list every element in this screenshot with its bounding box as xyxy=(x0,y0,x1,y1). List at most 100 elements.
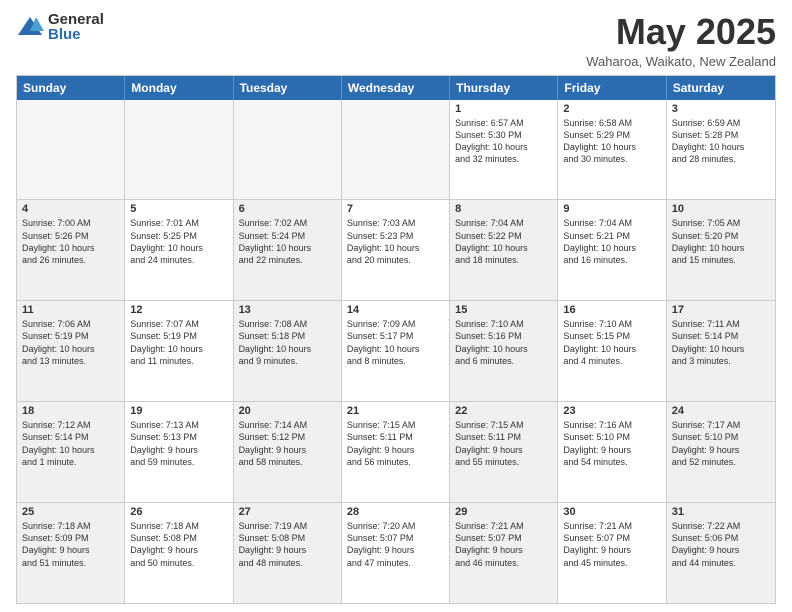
day-number: 8 xyxy=(455,203,552,215)
day-info: Sunrise: 7:19 AM Sunset: 5:08 PM Dayligh… xyxy=(239,520,336,569)
day-cell-19: 19 Sunrise: 7:13 AM Sunset: 5:13 PM Dayli… xyxy=(125,402,233,502)
calendar-body: 1Sunrise: 6:57 AM Sunset: 5:30 PM Daylig… xyxy=(17,100,775,603)
day-cell-5: 5 Sunrise: 7:01 AM Sunset: 5:25 PM Daylig… xyxy=(125,200,233,300)
calendar-row-2: 11Sunrise: 7:06 AM Sunset: 5:19 PM Dayli… xyxy=(17,300,775,401)
day-cell-11: 11Sunrise: 7:06 AM Sunset: 5:19 PM Dayli… xyxy=(17,301,125,401)
day-number: 24 xyxy=(672,405,770,417)
day-info: Sunrise: 7:18 AM Sunset: 5:08 PM Dayligh… xyxy=(130,520,227,569)
header-day-thursday: Thursday xyxy=(450,76,558,100)
day-number: 12 xyxy=(130,304,227,316)
calendar-row-4: 25 Sunrise: 7:18 AM Sunset: 5:09 PM Dayli… xyxy=(17,502,775,603)
day-info: Sunrise: 7:21 AM Sunset: 5:07 PM Dayligh… xyxy=(563,520,660,569)
day-cell-31: 31Sunrise: 7:22 AM Sunset: 5:06 PM Dayli… xyxy=(667,503,775,603)
day-cell-27: 27 Sunrise: 7:19 AM Sunset: 5:08 PM Dayli… xyxy=(234,503,342,603)
day-info: Sunrise: 7:13 AM Sunset: 5:13 PM Dayligh… xyxy=(130,419,227,468)
day-info: Sunrise: 7:20 AM Sunset: 5:07 PM Dayligh… xyxy=(347,520,444,569)
day-info: Sunrise: 7:08 AM Sunset: 5:18 PM Dayligh… xyxy=(239,318,336,367)
day-cell-16: 16Sunrise: 7:10 AM Sunset: 5:15 PM Dayli… xyxy=(558,301,666,401)
header-day-saturday: Saturday xyxy=(667,76,775,100)
day-number: 22 xyxy=(455,405,552,417)
title-block: May 2025 Waharoa, Waikato, New Zealand xyxy=(586,12,776,69)
day-info: Sunrise: 7:05 AM Sunset: 5:20 PM Dayligh… xyxy=(672,217,770,266)
day-number: 30 xyxy=(563,506,660,518)
header-day-friday: Friday xyxy=(558,76,666,100)
day-cell-6: 6 Sunrise: 7:02 AM Sunset: 5:24 PM Daylig… xyxy=(234,200,342,300)
header-day-monday: Monday xyxy=(125,76,233,100)
day-number: 3 xyxy=(672,103,770,115)
day-info: Sunrise: 6:57 AM Sunset: 5:30 PM Dayligh… xyxy=(455,117,552,166)
day-number: 20 xyxy=(239,405,336,417)
day-cell-10: 10 Sunrise: 7:05 AM Sunset: 5:20 PM Dayli… xyxy=(667,200,775,300)
day-info: Sunrise: 7:15 AM Sunset: 5:11 PM Dayligh… xyxy=(347,419,444,468)
empty-cell-0-3 xyxy=(342,100,450,200)
day-info: Sunrise: 7:12 AM Sunset: 5:14 PM Dayligh… xyxy=(22,419,119,468)
header: General Blue May 2025 Waharoa, Waikato, … xyxy=(16,12,776,69)
month-title: May 2025 xyxy=(586,12,776,52)
day-number: 16 xyxy=(563,304,660,316)
day-info: Sunrise: 7:09 AM Sunset: 5:17 PM Dayligh… xyxy=(347,318,444,367)
day-info: Sunrise: 7:01 AM Sunset: 5:25 PM Dayligh… xyxy=(130,217,227,266)
logo-text: General Blue xyxy=(48,12,104,42)
day-number: 10 xyxy=(672,203,770,215)
day-info: Sunrise: 7:07 AM Sunset: 5:19 PM Dayligh… xyxy=(130,318,227,367)
empty-cell-0-2 xyxy=(234,100,342,200)
page: General Blue May 2025 Waharoa, Waikato, … xyxy=(0,0,792,612)
day-info: Sunrise: 6:59 AM Sunset: 5:28 PM Dayligh… xyxy=(672,117,770,166)
calendar-row-1: 4Sunrise: 7:00 AM Sunset: 5:26 PM Daylig… xyxy=(17,199,775,300)
day-cell-13: 13 Sunrise: 7:08 AM Sunset: 5:18 PM Dayli… xyxy=(234,301,342,401)
calendar-header: SundayMondayTuesdayWednesdayThursdayFrid… xyxy=(17,76,775,100)
day-number: 25 xyxy=(22,506,119,518)
logo-blue: Blue xyxy=(48,27,104,42)
header-day-tuesday: Tuesday xyxy=(234,76,342,100)
day-number: 15 xyxy=(455,304,552,316)
day-info: Sunrise: 6:58 AM Sunset: 5:29 PM Dayligh… xyxy=(563,117,660,166)
day-info: Sunrise: 7:14 AM Sunset: 5:12 PM Dayligh… xyxy=(239,419,336,468)
day-number: 19 xyxy=(130,405,227,417)
day-cell-9: 9Sunrise: 7:04 AM Sunset: 5:21 PM Daylig… xyxy=(558,200,666,300)
day-info: Sunrise: 7:21 AM Sunset: 5:07 PM Dayligh… xyxy=(455,520,552,569)
day-number: 6 xyxy=(239,203,336,215)
day-cell-2: 2 Sunrise: 6:58 AM Sunset: 5:29 PM Daylig… xyxy=(558,100,666,200)
day-number: 4 xyxy=(22,203,119,215)
location: Waharoa, Waikato, New Zealand xyxy=(586,54,776,69)
day-number: 21 xyxy=(347,405,444,417)
logo-icon xyxy=(16,13,44,41)
day-info: Sunrise: 7:11 AM Sunset: 5:14 PM Dayligh… xyxy=(672,318,770,367)
day-info: Sunrise: 7:18 AM Sunset: 5:09 PM Dayligh… xyxy=(22,520,119,569)
day-number: 28 xyxy=(347,506,444,518)
day-number: 14 xyxy=(347,304,444,316)
day-cell-26: 26 Sunrise: 7:18 AM Sunset: 5:08 PM Dayli… xyxy=(125,503,233,603)
day-cell-20: 20 Sunrise: 7:14 AM Sunset: 5:12 PM Dayli… xyxy=(234,402,342,502)
day-cell-30: 30 Sunrise: 7:21 AM Sunset: 5:07 PM Dayli… xyxy=(558,503,666,603)
day-number: 2 xyxy=(563,103,660,115)
header-day-wednesday: Wednesday xyxy=(342,76,450,100)
calendar-row-3: 18Sunrise: 7:12 AM Sunset: 5:14 PM Dayli… xyxy=(17,401,775,502)
day-cell-15: 15Sunrise: 7:10 AM Sunset: 5:16 PM Dayli… xyxy=(450,301,558,401)
day-cell-21: 21 Sunrise: 7:15 AM Sunset: 5:11 PM Dayli… xyxy=(342,402,450,502)
day-cell-18: 18Sunrise: 7:12 AM Sunset: 5:14 PM Dayli… xyxy=(17,402,125,502)
day-info: Sunrise: 7:04 AM Sunset: 5:22 PM Dayligh… xyxy=(455,217,552,266)
day-info: Sunrise: 7:15 AM Sunset: 5:11 PM Dayligh… xyxy=(455,419,552,468)
logo: General Blue xyxy=(16,12,104,42)
day-number: 29 xyxy=(455,506,552,518)
day-number: 7 xyxy=(347,203,444,215)
day-cell-14: 14 Sunrise: 7:09 AM Sunset: 5:17 PM Dayli… xyxy=(342,301,450,401)
logo-general: General xyxy=(48,12,104,27)
day-number: 5 xyxy=(130,203,227,215)
day-cell-3: 3 Sunrise: 6:59 AM Sunset: 5:28 PM Daylig… xyxy=(667,100,775,200)
day-info: Sunrise: 7:04 AM Sunset: 5:21 PM Dayligh… xyxy=(563,217,660,266)
day-info: Sunrise: 7:16 AM Sunset: 5:10 PM Dayligh… xyxy=(563,419,660,468)
day-number: 27 xyxy=(239,506,336,518)
day-cell-12: 12 Sunrise: 7:07 AM Sunset: 5:19 PM Dayli… xyxy=(125,301,233,401)
day-cell-23: 23 Sunrise: 7:16 AM Sunset: 5:10 PM Dayli… xyxy=(558,402,666,502)
day-number: 23 xyxy=(563,405,660,417)
day-cell-25: 25 Sunrise: 7:18 AM Sunset: 5:09 PM Dayli… xyxy=(17,503,125,603)
day-number: 31 xyxy=(672,506,770,518)
day-cell-4: 4Sunrise: 7:00 AM Sunset: 5:26 PM Daylig… xyxy=(17,200,125,300)
day-number: 13 xyxy=(239,304,336,316)
day-number: 26 xyxy=(130,506,227,518)
day-info: Sunrise: 7:17 AM Sunset: 5:10 PM Dayligh… xyxy=(672,419,770,468)
day-info: Sunrise: 7:02 AM Sunset: 5:24 PM Dayligh… xyxy=(239,217,336,266)
day-number: 17 xyxy=(672,304,770,316)
day-cell-24: 24 Sunrise: 7:17 AM Sunset: 5:10 PM Dayli… xyxy=(667,402,775,502)
